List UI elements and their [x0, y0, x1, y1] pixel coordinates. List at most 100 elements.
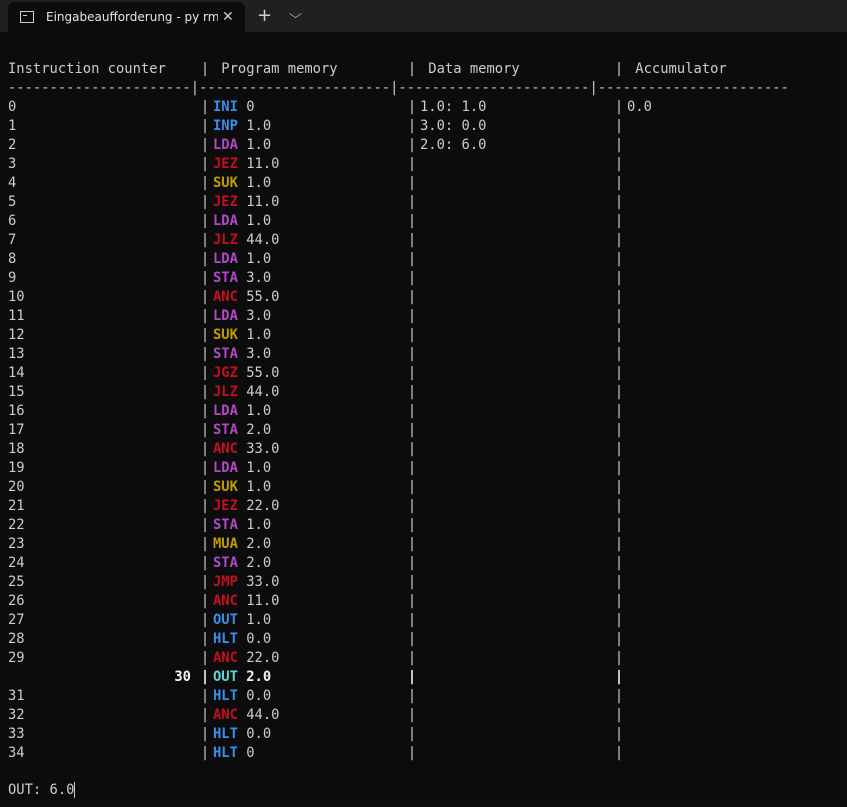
- program-memory-cell: HLT 0.0: [213, 725, 404, 744]
- instruction-counter: 34: [8, 745, 25, 761]
- column-separator: |: [407, 612, 417, 628]
- table-row: 5 | JEZ 11.0 | |: [8, 193, 789, 212]
- operand: 2.0: [246, 555, 272, 571]
- column-separator: |: [200, 422, 210, 438]
- data-memory-cell: [420, 744, 611, 763]
- instruction-counter: 24: [8, 555, 25, 571]
- column-separator: |: [614, 460, 624, 476]
- column-separator: |: [407, 384, 417, 400]
- operand: 22.0: [246, 650, 280, 666]
- data-memory-cell: [420, 307, 611, 326]
- column-separator: |: [407, 232, 417, 248]
- instruction-counter: 12: [8, 327, 25, 343]
- operand: 1.0: [246, 137, 272, 153]
- column-separator: |: [407, 308, 417, 324]
- opcode: SUK: [213, 479, 238, 495]
- program-memory-cell: LDA 1.0: [213, 459, 404, 478]
- column-separator: |: [200, 384, 210, 400]
- program-memory-cell: ANC 22.0: [213, 649, 404, 668]
- table-row: 3 | JEZ 11.0 | |: [8, 155, 789, 174]
- instruction-counter: 32: [8, 707, 25, 723]
- instruction-counter: 1: [8, 118, 17, 134]
- terminal-tab[interactable]: Eingabeaufforderung - py rm_s ✕: [8, 2, 245, 32]
- table-row: 19 | LDA 1.0 | |: [8, 459, 789, 478]
- opcode: JEZ: [213, 498, 238, 514]
- header-instruction-counter: Instruction counter: [8, 61, 175, 77]
- column-separator: |: [200, 517, 210, 533]
- opcode: LDA: [213, 308, 238, 324]
- column-separator: |: [200, 346, 210, 362]
- operand: 1.0: [246, 213, 272, 229]
- table-row: 6 | LDA 1.0 | |: [8, 212, 789, 231]
- opcode: JMP: [213, 574, 238, 590]
- instruction-counter: 18: [8, 441, 25, 457]
- column-separator: |: [407, 726, 417, 742]
- program-memory-cell: ANC 33.0: [213, 440, 404, 459]
- data-memory-cell: [420, 649, 611, 668]
- column-separator: |: [200, 612, 210, 628]
- column-separator: |: [407, 688, 417, 704]
- operand: 3.0: [246, 308, 272, 324]
- column-separator: |: [200, 251, 210, 267]
- instruction-counter: 3: [8, 156, 17, 172]
- instruction-counter: 28: [8, 631, 25, 647]
- data-memory-cell: [420, 421, 611, 440]
- column-separator: |: [407, 707, 417, 723]
- data-memory-cell: [420, 668, 611, 687]
- opcode: HLT: [213, 631, 238, 647]
- opcode: SUK: [213, 327, 238, 343]
- table-row: 29 | ANC 22.0 | |: [8, 649, 789, 668]
- program-memory-cell: INP 1.0: [213, 117, 404, 136]
- instruction-counter: 8: [8, 251, 17, 267]
- operand: 2.0: [246, 669, 272, 685]
- column-separator: |: [407, 669, 417, 685]
- column-separator: |: [407, 99, 417, 115]
- operand: 44.0: [246, 384, 280, 400]
- chevron-down-icon[interactable]: ⌵: [289, 7, 302, 22]
- accumulator-cell: 0.0: [627, 99, 652, 115]
- table-row: 4 | SUK 1.0 | |: [8, 174, 789, 193]
- tab-title: Eingabeaufforderung - py rm_s: [46, 10, 218, 24]
- close-icon[interactable]: ✕: [222, 9, 234, 25]
- instruction-counter: 27: [8, 612, 25, 628]
- opcode: LDA: [213, 460, 238, 476]
- column-separator: |: [614, 498, 624, 514]
- header-divider: ----------------------|-----------------…: [8, 80, 789, 96]
- instruction-counter: 5: [8, 194, 17, 210]
- table-row: 7 | JLZ 44.0 | |: [8, 231, 789, 250]
- operand: 1.0: [246, 118, 272, 134]
- instruction-counter: 21: [8, 498, 25, 514]
- opcode: SUK: [213, 175, 238, 191]
- program-memory-cell: STA 3.0: [213, 345, 404, 364]
- column-separator: |: [200, 61, 210, 77]
- column-separator: |: [407, 441, 417, 457]
- column-separator: |: [614, 384, 624, 400]
- program-memory-cell: LDA 1.0: [213, 402, 404, 421]
- table-row: 1 | INP 1.0 | 3.0: 0.0 |: [8, 117, 789, 136]
- instruction-counter: 4: [8, 175, 17, 191]
- column-separator: |: [200, 574, 210, 590]
- data-memory-cell: [420, 212, 611, 231]
- table-row: 23 | MUA 2.0 | |: [8, 535, 789, 554]
- table-row: 26 | ANC 11.0 | |: [8, 592, 789, 611]
- program-memory-cell: SUK 1.0: [213, 174, 404, 193]
- operand: 22.0: [246, 498, 280, 514]
- column-separator: |: [200, 631, 210, 647]
- column-separator: |: [614, 308, 624, 324]
- operand: 44.0: [246, 707, 280, 723]
- column-separator: |: [200, 688, 210, 704]
- column-separator: |: [200, 194, 210, 210]
- data-memory-cell: 3.0: 0.0: [420, 118, 487, 134]
- program-memory-cell: LDA 1.0: [213, 212, 404, 231]
- terminal-output: Instruction counter | Program memory | D…: [8, 60, 789, 763]
- program-memory-cell: HLT 0.0: [213, 630, 404, 649]
- data-memory-cell: [420, 440, 611, 459]
- operand: 33.0: [246, 441, 280, 457]
- column-separator: |: [614, 631, 624, 647]
- opcode: LDA: [213, 213, 238, 229]
- column-separator: |: [614, 669, 624, 685]
- program-memory-cell: MUA 2.0: [213, 535, 404, 554]
- opcode: INI: [213, 99, 238, 115]
- instruction-counter: 25: [8, 574, 25, 590]
- new-tab-button[interactable]: +: [257, 5, 272, 26]
